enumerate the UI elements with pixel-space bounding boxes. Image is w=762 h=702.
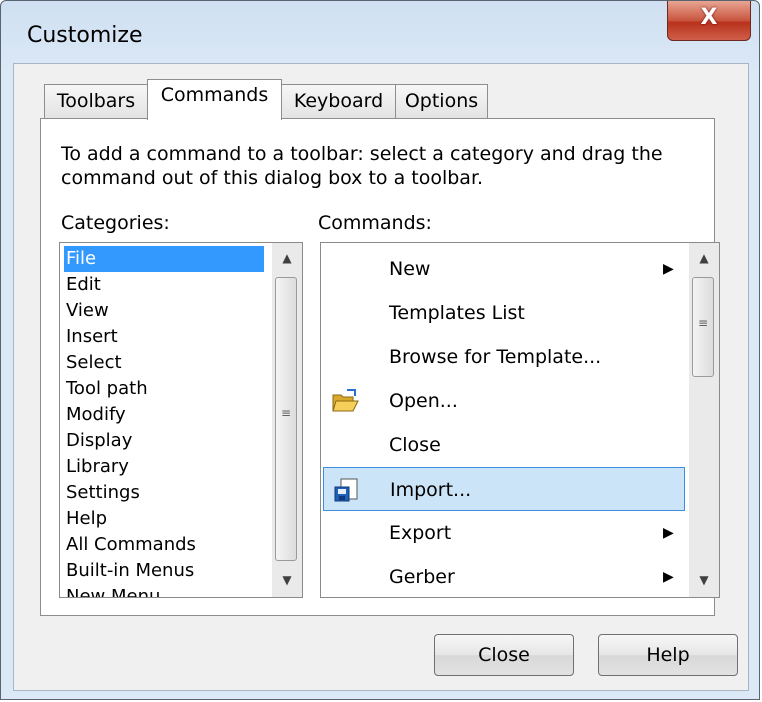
- categories-scroll-thumb[interactable]: ≡: [275, 277, 297, 561]
- commands-scroll-thumb[interactable]: ≡: [692, 277, 714, 377]
- command-item-templates-list[interactable]: Templates List: [323, 291, 685, 335]
- category-item-display[interactable]: Display: [64, 428, 132, 454]
- dialog-title: Customize: [27, 23, 143, 48]
- category-item-edit[interactable]: Edit: [64, 272, 101, 298]
- command-label: Browse for Template...: [389, 346, 602, 368]
- tab-options[interactable]: Options: [395, 84, 488, 118]
- command-item-gerber[interactable]: Gerber ▶: [323, 555, 685, 597]
- command-item-browse-for-template[interactable]: Browse for Template...: [323, 335, 685, 379]
- command-label: Open...: [389, 390, 458, 412]
- commands-tab-panel: To add a command to a toolbar: select a …: [40, 118, 720, 616]
- category-item-all-commands[interactable]: All Commands: [64, 532, 196, 558]
- category-item-file[interactable]: File: [64, 246, 264, 272]
- scroll-up-arrow-icon[interactable]: ▲: [689, 251, 719, 265]
- import-icon: [334, 478, 358, 502]
- command-label: Close: [389, 434, 441, 456]
- command-item-new[interactable]: New ▶: [323, 247, 685, 291]
- category-item-view[interactable]: View: [64, 298, 109, 324]
- command-item-export[interactable]: Export ▶: [323, 511, 685, 555]
- category-item-new-menu[interactable]: New Menu: [64, 584, 160, 597]
- categories-scrollbar[interactable]: ▲ ≡ ▼: [272, 243, 302, 597]
- command-item-close[interactable]: Close: [323, 423, 685, 467]
- scroll-up-arrow-icon[interactable]: ▲: [272, 251, 302, 265]
- scroll-down-arrow-icon[interactable]: ▼: [272, 573, 302, 587]
- dialog-client-area: Toolbars Commands Keyboard Options To ad…: [13, 63, 749, 691]
- tab-commands[interactable]: Commands: [147, 79, 282, 120]
- close-button[interactable]: Close: [434, 634, 574, 676]
- window-close-button[interactable]: X: [667, 1, 751, 41]
- category-item-library[interactable]: Library: [64, 454, 129, 480]
- commands-label: Commands:: [318, 212, 432, 234]
- command-label: New: [389, 258, 431, 280]
- submenu-arrow-icon: ▶: [663, 261, 674, 277]
- command-label: Export: [389, 522, 452, 544]
- category-item-built-in-menus[interactable]: Built-in Menus: [64, 558, 194, 584]
- close-icon: X: [700, 5, 718, 30]
- command-item-import[interactable]: Import...: [323, 467, 685, 511]
- commands-listbox[interactable]: New ▶ Templates List Browse for Template…: [320, 242, 720, 598]
- command-label: Import...: [390, 479, 472, 501]
- category-item-insert[interactable]: Insert: [64, 324, 118, 350]
- submenu-arrow-icon: ▶: [663, 525, 674, 541]
- command-label: Gerber: [389, 566, 455, 588]
- tab-keyboard[interactable]: Keyboard: [281, 84, 396, 118]
- customize-dialog: Customize X Toolbars Commands Keyboard O…: [0, 0, 760, 700]
- command-item-open[interactable]: Open...: [323, 379, 685, 423]
- command-label: Templates List: [389, 302, 525, 324]
- grip-icon: ≡: [280, 406, 292, 420]
- help-button[interactable]: Help: [598, 634, 738, 676]
- categories-listbox[interactable]: File Edit View Insert Select Tool path M…: [59, 242, 303, 598]
- category-item-help[interactable]: Help: [64, 506, 107, 532]
- category-item-tool-path[interactable]: Tool path: [64, 376, 148, 402]
- scroll-down-arrow-icon[interactable]: ▼: [689, 573, 719, 587]
- tab-toolbars[interactable]: Toolbars: [44, 84, 148, 118]
- submenu-arrow-icon: ▶: [663, 569, 674, 585]
- grip-icon: ≡: [697, 316, 709, 330]
- category-item-select[interactable]: Select: [64, 350, 122, 376]
- category-item-modify[interactable]: Modify: [64, 402, 126, 428]
- categories-label: Categories:: [61, 212, 170, 234]
- category-item-settings[interactable]: Settings: [64, 480, 140, 506]
- commands-scrollbar[interactable]: ▲ ≡ ▼: [689, 243, 719, 597]
- instructions-text: To add a command to a toolbar: select a …: [61, 143, 663, 189]
- open-folder-icon: [332, 389, 359, 412]
